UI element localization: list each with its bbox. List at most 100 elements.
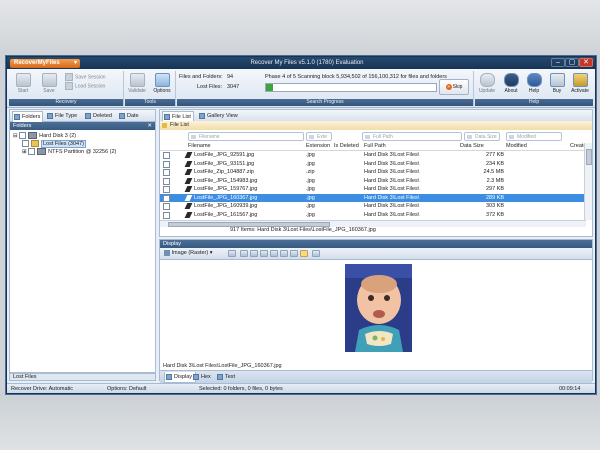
skip-icon: » [445,84,452,90]
filter-icon [309,135,314,139]
tree-node-ntfs-partition[interactable]: ⊞ NTFS Partition @ 32256 (2) [22,148,116,156]
phase-text: Phase 4 of 5 Scanning block 5,934,502 of… [265,74,447,80]
filename-filter[interactable]: Filename [188,132,304,141]
fit-button[interactable] [280,250,288,257]
row-checkbox[interactable] [163,186,170,193]
extension-filter[interactable]: Exte [306,132,332,141]
minimize-button[interactable]: – [551,58,565,67]
tree-node-label: NTFS Partition @ 32256 (2) [48,148,117,155]
data-size-filter[interactable]: Data Size [464,132,500,141]
table-row[interactable]: LostFile_JPG_160367.jpg .jpg Hard Disk 3\L… [160,193,586,202]
tab-date[interactable]: Date [118,111,141,121]
tab-deleted[interactable]: Deleted [84,111,114,121]
row-checkbox[interactable] [163,194,170,202]
lost-files-value: 3047 [227,84,240,90]
filter-icon [365,135,370,139]
col-full-path[interactable]: Full Path [364,142,386,150]
col-is-deleted[interactable]: Is Deleted [334,142,359,150]
tab-folders[interactable]: Folders [12,111,44,122]
row-checkbox[interactable] [163,160,170,168]
load-session-label: Load Session [75,83,106,90]
col-extension[interactable]: Extension [306,142,330,150]
table-row[interactable]: LostFile_JPG_92591.jpg .jpg Hard Disk 3\Lo… [160,151,586,159]
tab-text[interactable]: Text [216,372,238,382]
app-menu-button[interactable]: RecoverMyFiles ▾ [10,59,80,68]
about-button[interactable]: About [499,73,523,94]
tab-hex[interactable]: Hex [192,372,214,382]
left-panel-tabs: Folders File Type Deleted Date [10,110,155,122]
file-icon [184,160,193,167]
row-checkbox[interactable] [163,203,170,210]
rotate-right-button[interactable] [250,250,258,257]
zoom-out-button[interactable] [270,250,278,257]
table-row[interactable]: LostFile_JPG_154983.jpg .jpg Hard Disk 3\L… [160,177,586,185]
tree-checkbox[interactable] [19,132,27,139]
copy-button[interactable] [312,250,320,257]
col-data-size[interactable]: Data Size [460,142,484,150]
table-row[interactable]: LostFile_JPG_160939.jpg .jpg Hard Disk 3\L… [160,202,586,210]
help-group-label: Help [475,99,593,106]
file-icon [184,203,193,209]
crop-button[interactable] [300,250,308,257]
extension-cell: .zip [306,169,315,175]
tree-node-lost-files[interactable]: Lost Files (3047) [22,139,86,148]
pin-icon[interactable]: ✕ [147,122,152,130]
scroll-thumb[interactable] [586,149,592,165]
tab-hex-label: Hex [201,374,211,380]
data-size-cell: 277 KB [485,152,504,158]
flip-button[interactable] [260,250,268,257]
display-header-label: Display [163,241,182,247]
rotate-left-button[interactable] [240,250,248,257]
tree-node-hard-disk[interactable]: ⊟ Hard Disk 3 (2) [13,132,76,140]
save-session-label: Save Session [75,74,106,81]
data-size-cell: 234 KB [485,160,504,167]
actual-size-button[interactable] [290,250,298,257]
background-top [0,0,600,56]
modified-filter[interactable]: Modified [506,132,562,141]
tab-file-type[interactable]: File Type [46,111,79,121]
save-session-button[interactable]: Save Session [65,73,125,81]
col-filename[interactable]: Filename [188,142,211,150]
col-modified[interactable]: Modified [506,142,527,150]
image-icon [164,249,170,256]
row-checkbox[interactable] [163,169,170,176]
filter-placeholder: Modified [517,134,536,140]
close-button[interactable]: ✕ [579,58,593,67]
update-button[interactable]: Update [475,73,499,94]
zoom-in-button[interactable] [228,250,236,257]
table-row[interactable]: LostFile_JPG_93151.jpg .jpg Hard Disk 3\Lo… [160,160,586,168]
start-button[interactable]: Start [11,73,35,94]
row-checkbox[interactable] [163,152,170,159]
skip-button[interactable]: » Skip [439,79,469,95]
help-button[interactable]: Help [522,73,546,94]
help-group: Update About Help Buy Activate Help [475,71,593,106]
tab-gallery-view[interactable]: Gallery View [198,111,240,121]
row-checkbox[interactable] [163,211,170,219]
collapse-icon[interactable]: ⊟ [13,133,18,139]
scan-progress-bar [265,83,437,92]
load-session-button[interactable]: Load Session [65,82,125,90]
table-row[interactable]: LostFile_JPG_161567.jpg .jpg Hard Disk 3\L… [160,211,586,219]
options-button[interactable]: Options [150,73,174,94]
full-path-filter[interactable]: Full Path [362,132,462,141]
tree-checkbox[interactable] [22,140,29,147]
file-list-vscroll[interactable] [584,143,592,220]
tree-checkbox[interactable] [28,148,36,155]
buy-button[interactable]: Buy [545,73,569,94]
save-button[interactable]: Save [37,73,61,94]
update-label: Update [478,88,496,94]
full-path-cell: Hard Disk 3\Lost Files\ [364,152,420,158]
folders-header: Folders ✕ [10,122,155,130]
table-row[interactable]: LostFile_JPG_159767.jpg .jpg Hard Disk 3\L… [160,185,586,193]
full-path-cell: Hard Disk 3\Lost Files\ [364,194,420,201]
activate-button[interactable]: Activate [568,73,592,94]
table-row[interactable]: LostFile_Zip_104887.zip .zip Hard Disk 3\L… [160,168,586,176]
maximize-button[interactable]: ▢ [565,58,579,67]
expand-icon[interactable]: ⊞ [22,149,27,155]
tree-node-label: Hard Disk 3 (2) [39,132,77,139]
key-icon [572,73,588,87]
display-mode-select[interactable]: Image (Raster) ▾ [164,248,213,259]
row-checkbox[interactable] [163,177,170,185]
tab-text-label: Text [225,374,236,380]
validate-button[interactable]: Validate [125,73,149,94]
